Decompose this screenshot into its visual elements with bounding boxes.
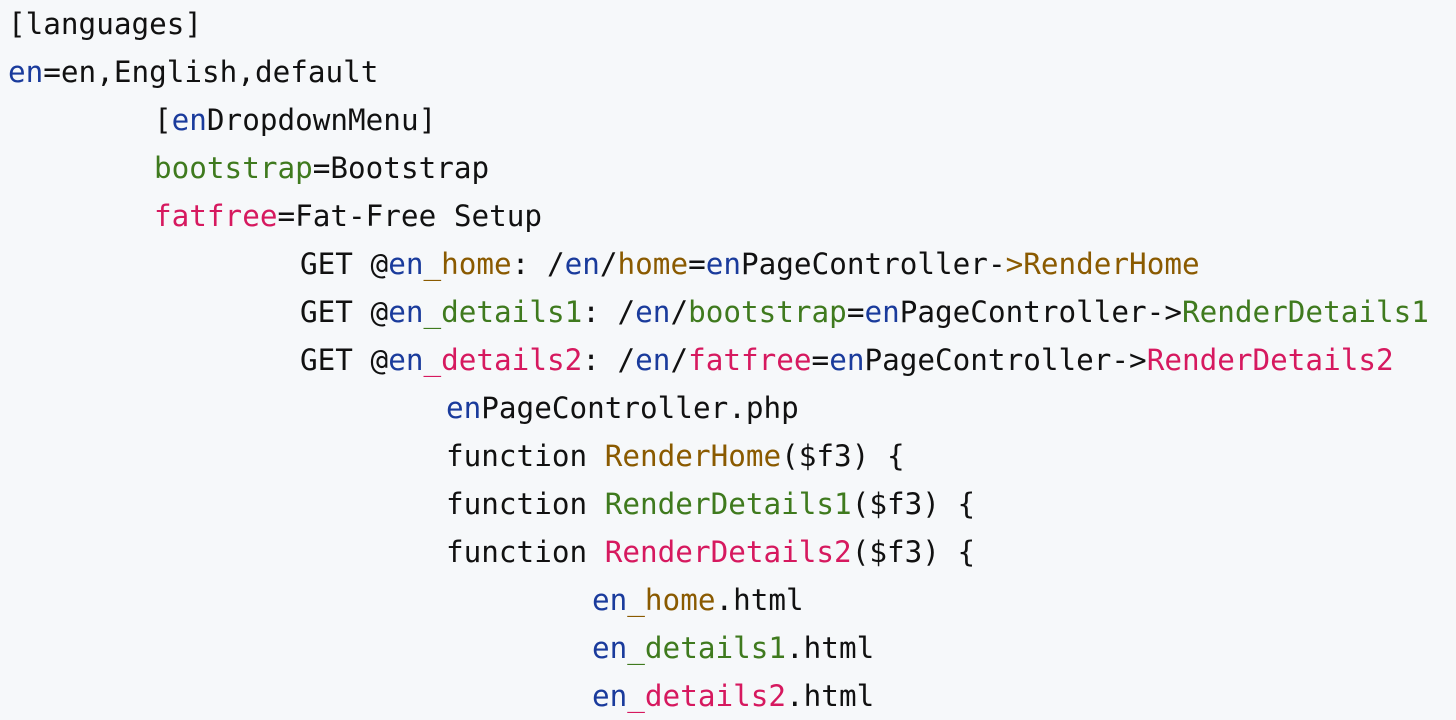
code-token: _details2 <box>423 343 583 377</box>
code-token: en <box>829 343 865 377</box>
code-token: function <box>446 535 605 569</box>
code-token: RenderDetails2 <box>1146 343 1394 377</box>
code-token: en <box>388 247 424 281</box>
code-line: enPageController.php <box>446 384 799 432</box>
code-token: GET @ <box>300 343 389 377</box>
code-token: [languages] <box>8 7 203 41</box>
code-token: fatfree <box>154 199 278 233</box>
code-token: en <box>705 247 742 281</box>
code-token: GET @ <box>300 247 389 281</box>
code-line: function RenderDetails1($f3) { <box>446 480 975 528</box>
code-line: function RenderHome($f3) { <box>446 432 905 480</box>
code-token: PageController-> <box>899 295 1182 329</box>
code-token: en <box>864 295 900 329</box>
code-token: =en,English,default <box>43 55 379 89</box>
code-token: en <box>635 295 671 329</box>
code-token: ($f3) { <box>851 487 976 521</box>
code-token: function <box>446 439 605 473</box>
code-token: = <box>846 295 865 329</box>
code-token: / <box>670 343 689 377</box>
code-token: GET @ <box>300 295 389 329</box>
code-line: function RenderDetails2($f3) { <box>446 528 975 576</box>
code-line: GET @en_details1: /en/bootstrap=enPageCo… <box>300 288 1429 336</box>
code-token: RenderHome <box>604 439 782 473</box>
code-token: >RenderHome <box>1005 247 1200 281</box>
code-token: : / <box>511 247 565 281</box>
code-token: function <box>446 487 605 521</box>
code-token: PageController- <box>741 247 1006 281</box>
code-token: PageController-> <box>864 343 1147 377</box>
code-block: [languages] en=en,English,default [enDropd… <box>0 0 1456 718</box>
code-token: en <box>564 247 600 281</box>
code-line: en_details2.html <box>592 672 874 720</box>
code-token: RenderDetails1 <box>604 487 852 521</box>
code-token: en <box>8 55 44 89</box>
code-token: _home <box>423 247 512 281</box>
code-token: DropdownMenu] <box>206 103 437 137</box>
code-token: fatfree <box>688 343 812 377</box>
code-line: [enDropdownMenu] <box>154 96 436 144</box>
code-line: [languages] <box>8 0 202 48</box>
code-line: en=en,English,default <box>8 48 378 96</box>
code-token: / <box>670 295 689 329</box>
code-token: .html <box>786 679 875 713</box>
code-line: en_details1.html <box>592 624 874 672</box>
code-token: en <box>592 679 628 713</box>
code-token: : / <box>582 343 636 377</box>
code-token: _home <box>627 583 716 617</box>
code-token: =Fat-Free Setup <box>277 199 543 233</box>
code-line: GET @en_details2: /en/fatfree=enPageCont… <box>300 336 1394 384</box>
code-token: en <box>592 631 628 665</box>
code-token: ($f3) { <box>781 439 905 473</box>
code-token: home <box>617 247 689 281</box>
code-token: = <box>688 247 706 281</box>
code-token: _details1 <box>627 631 787 665</box>
code-token: bootstrap <box>688 295 847 329</box>
code-token: / <box>599 247 618 281</box>
code-token: en <box>635 343 671 377</box>
code-token: _details1 <box>423 295 583 329</box>
code-token: RenderDetails1 <box>1181 295 1429 329</box>
code-token: en <box>446 391 482 425</box>
code-token: [ <box>154 103 172 137</box>
code-token: en <box>388 343 424 377</box>
code-token: .html <box>786 631 875 665</box>
code-token: RenderDetails2 <box>604 535 852 569</box>
code-token: en <box>171 103 207 137</box>
code-token: _details2 <box>627 679 787 713</box>
code-token: .html <box>715 583 804 617</box>
code-token: en <box>388 295 424 329</box>
code-line: GET @en_home: /en/home=enPageController-… <box>300 240 1200 288</box>
code-token: : / <box>582 295 636 329</box>
code-line: fatfree=Fat-Free Setup <box>154 192 542 240</box>
code-token: PageController.php <box>481 391 799 425</box>
code-token: =Bootstrap <box>312 151 490 185</box>
code-token: = <box>811 343 830 377</box>
code-token: bootstrap <box>154 151 313 185</box>
code-line: bootstrap=Bootstrap <box>154 144 489 192</box>
code-token: en <box>592 583 628 617</box>
code-token: ($f3) { <box>851 535 976 569</box>
code-line: en_home.html <box>592 576 804 624</box>
